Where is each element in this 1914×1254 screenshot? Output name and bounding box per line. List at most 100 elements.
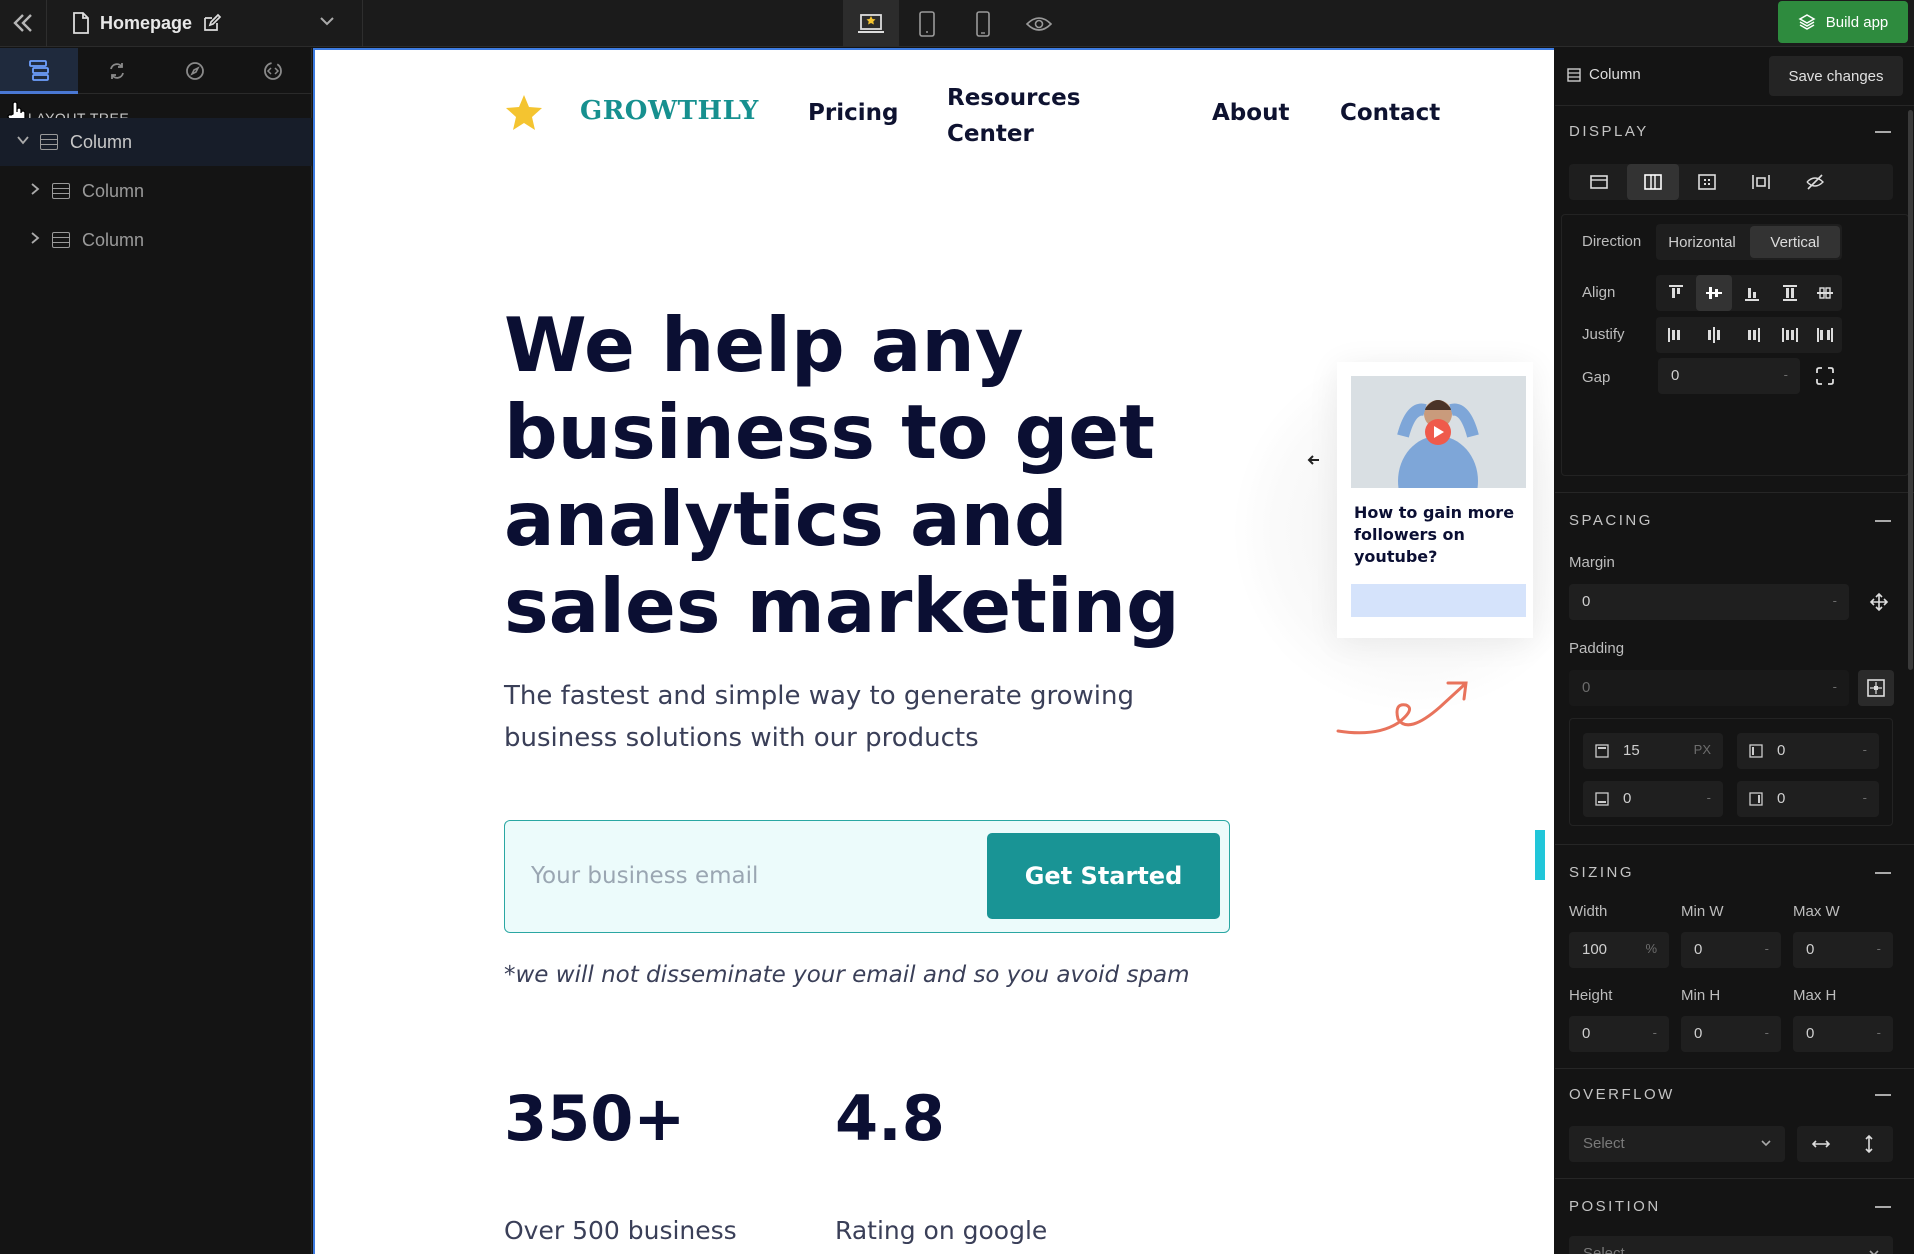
code-icon [264, 62, 282, 80]
align-stretch-icon[interactable] [1772, 275, 1808, 311]
site-logo[interactable]: GROWTHLY [580, 96, 759, 126]
direction-label: Direction [1582, 233, 1642, 250]
overflow-y-icon[interactable] [1845, 1126, 1893, 1162]
justify-end-icon[interactable] [1734, 317, 1770, 353]
gap-expand-icon[interactable] [1809, 360, 1841, 392]
tree-item-label: Column [82, 180, 145, 201]
justify-between-icon[interactable] [1772, 317, 1808, 353]
padding-left-input[interactable]: 0 - [1737, 733, 1879, 769]
min-height-input[interactable]: 0 - [1681, 1016, 1781, 1052]
collapse-position-icon[interactable] [1875, 1206, 1891, 1208]
nav-link-contact[interactable]: Contact [1340, 100, 1440, 126]
tree-item-column[interactable]: Column [0, 118, 312, 166]
width-unit: % [1645, 941, 1657, 956]
selected-element-label: Column [1589, 66, 1641, 83]
chevron-right-icon[interactable] [26, 182, 44, 200]
min-width-label: Min W [1681, 903, 1724, 920]
design-canvas[interactable]: GROWTHLY Pricing Resources Center About … [313, 48, 1554, 1254]
chevron-down-icon [1759, 1133, 1773, 1157]
video-thumbnail[interactable] [1351, 376, 1526, 488]
canvas-edge-handle[interactable] [1535, 830, 1545, 880]
collapse-overflow-icon[interactable] [1875, 1094, 1891, 1096]
gap-input[interactable]: 0 - [1658, 358, 1800, 394]
display-flex-icon[interactable] [1627, 164, 1679, 200]
collapse-spacing-icon[interactable] [1875, 520, 1891, 522]
min-height-value: 0 [1694, 1025, 1703, 1042]
layout-tree-icon [29, 59, 49, 81]
chevron-down-icon[interactable] [318, 12, 336, 35]
width-input[interactable]: 100 % [1569, 932, 1669, 968]
desktop-view-icon[interactable] [843, 0, 899, 47]
margin-input[interactable]: 0 - [1569, 584, 1849, 620]
tab-sync[interactable] [78, 48, 156, 94]
overflow-x-icon[interactable] [1797, 1126, 1845, 1162]
display-block-icon[interactable] [1573, 164, 1625, 200]
display-inline-icon[interactable] [1735, 164, 1787, 200]
collapse-display-icon[interactable] [1875, 131, 1891, 133]
align-end-icon[interactable] [1734, 275, 1770, 311]
align-center-icon[interactable] [1696, 275, 1732, 311]
max-width-unit: - [1876, 941, 1881, 956]
nav-link-about[interactable]: About [1212, 100, 1289, 126]
save-changes-button[interactable]: Save changes [1769, 56, 1903, 96]
page-selector[interactable]: Homepage [72, 12, 222, 34]
tree-item-column[interactable]: Column [0, 167, 312, 215]
height-input[interactable]: 0 - [1569, 1016, 1669, 1052]
display-grid-icon[interactable] [1681, 164, 1733, 200]
stat-value: 4.8 [835, 1082, 945, 1155]
max-width-input[interactable]: 0 - [1793, 932, 1893, 968]
display-type-selector [1569, 164, 1893, 200]
preview-eye-icon[interactable] [1011, 0, 1067, 47]
direction-horizontal[interactable]: Horizontal [1656, 224, 1748, 260]
position-select[interactable]: Select [1569, 1236, 1893, 1254]
tree-item-column[interactable]: Column [0, 216, 312, 264]
padding-top-value: 15 [1623, 742, 1640, 759]
tab-layout-tree[interactable] [0, 48, 78, 94]
justify-around-icon[interactable] [1808, 317, 1842, 353]
star-logo-icon [506, 95, 542, 130]
mobile-view-icon[interactable] [955, 0, 1011, 47]
margin-move-icon[interactable] [1863, 586, 1895, 618]
padding-sides-icon[interactable] [1858, 670, 1894, 706]
nav-link-pricing[interactable]: Pricing [808, 100, 898, 126]
get-started-button[interactable]: Get Started [987, 833, 1220, 919]
tab-navigate[interactable] [156, 48, 234, 94]
column-icon [40, 134, 58, 150]
min-width-input[interactable]: 0 - [1681, 932, 1781, 968]
justify-start-icon[interactable] [1658, 317, 1694, 353]
divider [1555, 1068, 1914, 1069]
video-card[interactable]: How to gain more followers on youtube? [1337, 362, 1533, 638]
overflow-select[interactable]: Select [1569, 1126, 1785, 1162]
email-input[interactable]: Your business email [531, 863, 758, 889]
justify-center-icon[interactable] [1696, 317, 1732, 353]
margin-unit: - [1832, 593, 1837, 608]
padding-right-input[interactable]: 0 - [1737, 781, 1879, 817]
nav-link-resources-line1: Resources [947, 85, 1081, 111]
overflow-heading: OVERFLOW [1569, 1086, 1675, 1103]
overflow-axis-selector [1797, 1126, 1893, 1162]
padding-top-icon [1595, 744, 1609, 758]
tablet-view-icon[interactable] [899, 0, 955, 47]
width-label: Width [1569, 903, 1608, 920]
padding-input[interactable]: 0 - [1569, 670, 1849, 706]
padding-top-input[interactable]: 15 PX [1583, 733, 1723, 769]
gap-unit: - [1783, 367, 1788, 382]
chevron-right-icon[interactable] [26, 231, 44, 249]
align-baseline-icon[interactable] [1808, 275, 1842, 311]
tab-code[interactable] [234, 48, 312, 94]
collapse-left-icon[interactable] [8, 8, 38, 38]
collapse-sizing-icon[interactable] [1875, 872, 1891, 874]
properties-scrollbar[interactable] [1908, 110, 1913, 670]
column-icon [52, 183, 70, 199]
align-start-icon[interactable] [1658, 275, 1694, 311]
nav-link-resources[interactable]: Resources Center [947, 80, 1080, 152]
max-height-unit: - [1876, 1025, 1881, 1040]
direction-vertical[interactable]: Vertical [1750, 226, 1840, 258]
chevron-down-icon[interactable] [14, 133, 32, 151]
display-none-icon[interactable] [1789, 164, 1841, 200]
padding-bottom-input[interactable]: 0 - [1583, 781, 1723, 817]
max-height-input[interactable]: 0 - [1793, 1016, 1893, 1052]
edit-icon[interactable] [202, 13, 222, 33]
width-value: 100 [1582, 941, 1608, 958]
build-app-button[interactable]: Build app [1778, 1, 1908, 43]
